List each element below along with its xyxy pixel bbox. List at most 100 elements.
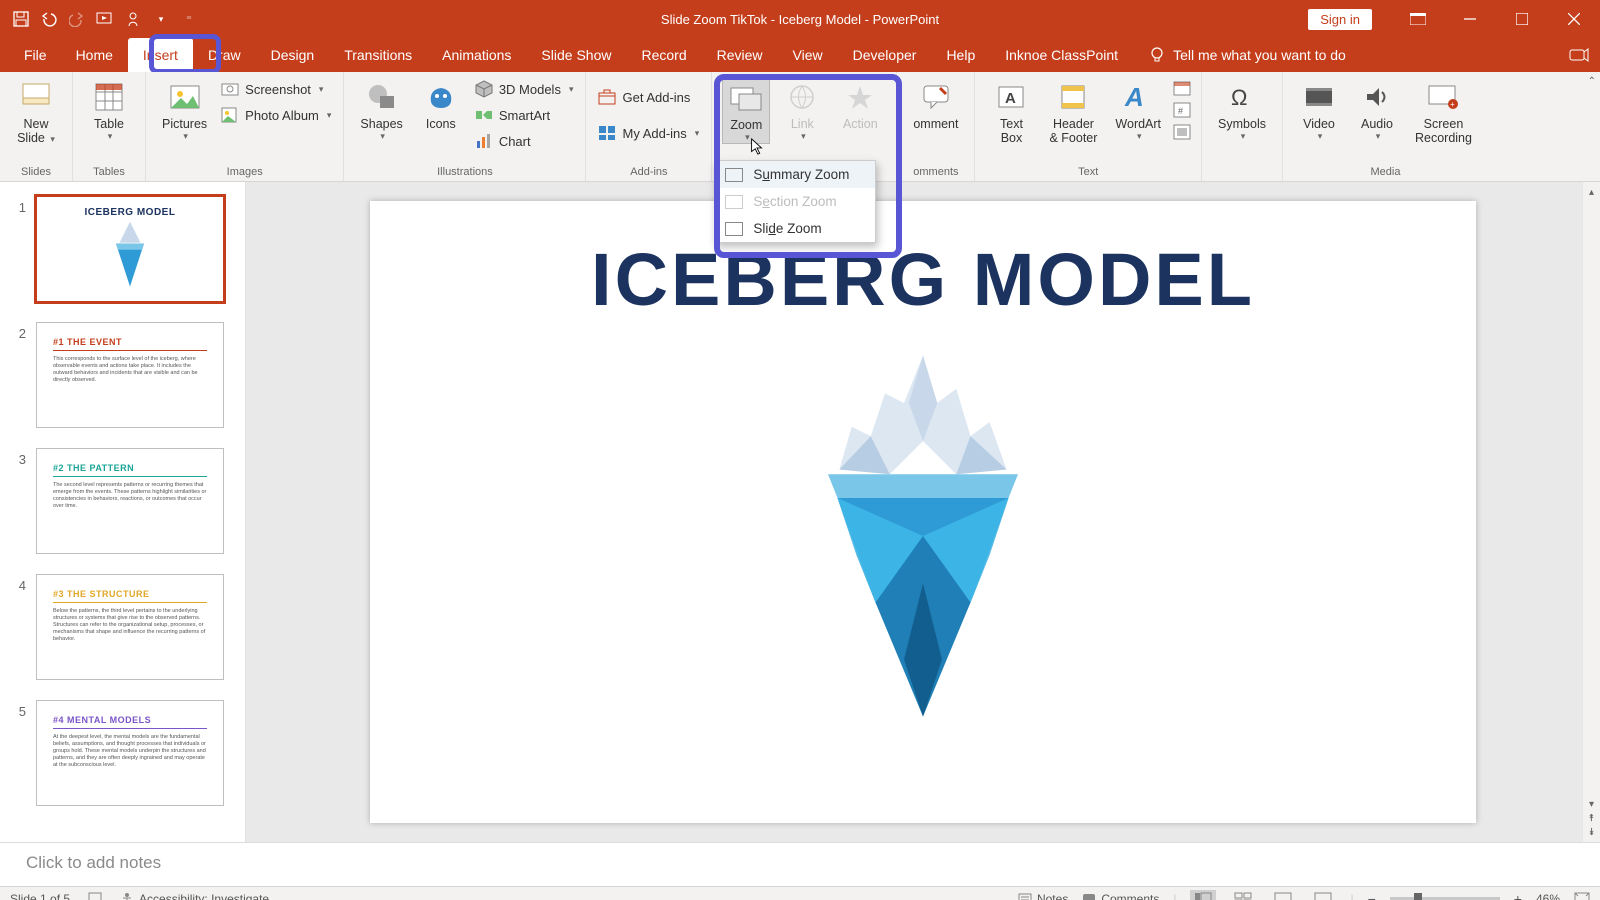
notes-pane[interactable]: Click to add notes — [0, 842, 1600, 886]
slide-zoom-icon — [725, 222, 743, 236]
qat-dropdown-icon[interactable]: ▾ — [152, 10, 170, 28]
save-icon[interactable] — [12, 10, 30, 28]
zoom-percent[interactable]: 46% — [1536, 892, 1560, 900]
tab-developer[interactable]: Developer — [838, 38, 932, 72]
header-footer-button[interactable]: Header& Footer — [1043, 76, 1103, 146]
link-icon — [785, 80, 819, 114]
tab-review[interactable]: Review — [702, 38, 778, 72]
status-comments-button[interactable]: Comments — [1082, 892, 1159, 900]
tab-insert[interactable]: Insert — [128, 38, 193, 72]
reading-view-button[interactable] — [1270, 890, 1296, 900]
tab-view[interactable]: View — [778, 38, 838, 72]
zoom-in-button[interactable]: + — [1514, 891, 1522, 900]
new-slide-button[interactable]: New Slide ▾ — [10, 76, 62, 146]
thumbnail-slide[interactable]: #1 THE EVENTThis corresponds to the surf… — [36, 322, 224, 428]
status-notes-button[interactable]: Notes — [1018, 892, 1068, 900]
next-slide-icon[interactable]: ⯯ — [1585, 825, 1599, 839]
audio-button[interactable]: Audio▾ — [1351, 76, 1403, 142]
slide-zoom-item[interactable]: Slide Zoom — [715, 215, 875, 242]
thumbnail-row: 4#3 THE STRUCTUREBelow the patterns, the… — [0, 574, 245, 700]
zoom-out-button[interactable]: − — [1368, 891, 1376, 900]
video-button[interactable]: Video▾ — [1293, 76, 1345, 142]
table-icon — [92, 80, 126, 114]
slide-canvas[interactable]: ICEBERG MODEL — [370, 201, 1476, 823]
my-addins-button[interactable]: My Add-ins▾ — [596, 122, 701, 144]
action-button[interactable]: Action — [834, 76, 886, 131]
tab-file[interactable]: File — [10, 38, 61, 72]
comment-icon — [919, 80, 953, 114]
thumbnail-slide[interactable]: #3 THE STRUCTUREBelow the patterns, the … — [36, 574, 224, 680]
link-button[interactable]: Link▾ — [776, 76, 828, 142]
summary-zoom-item[interactable]: Summary Zoom — [715, 161, 875, 188]
scroll-up-icon[interactable]: ▴ — [1585, 185, 1599, 199]
3d-models-button[interactable]: 3D Models▾ — [473, 78, 576, 100]
share-icon[interactable] — [1558, 38, 1600, 72]
slide-sorter-view-button[interactable] — [1230, 890, 1256, 900]
status-accessibility[interactable]: Accessibility: Investigate — [120, 892, 269, 900]
group-links: Zoom▾ Link▾ Action Links Summary Zoom Se… — [712, 72, 897, 181]
thumbnail-slide[interactable]: #4 MENTAL MODELSAt the deepest level, th… — [36, 700, 224, 806]
screenshot-button[interactable]: Screenshot▾ — [219, 78, 333, 100]
thumbnail-number: 2 — [14, 322, 26, 341]
get-addins-button[interactable]: Get Add-ins — [596, 86, 701, 108]
group-images: Pictures▾ Screenshot▾ Photo Album▾ Image… — [146, 72, 344, 181]
zoom-button[interactable]: Zoom▾ — [722, 76, 770, 144]
maximize-icon[interactable] — [1496, 0, 1548, 38]
section-zoom-item[interactable]: Section Zoom — [715, 188, 875, 215]
object-icon[interactable] — [1173, 124, 1191, 140]
normal-view-button[interactable] — [1190, 890, 1216, 900]
screenshot-icon — [221, 80, 239, 98]
tell-me-search[interactable]: Tell me what you want to do — [1149, 38, 1346, 72]
group-slides: New Slide ▾ Slides — [0, 72, 73, 181]
group-label-addins: Add-ins — [596, 166, 701, 181]
tab-design[interactable]: Design — [256, 38, 330, 72]
symbols-button[interactable]: Ω Symbols▾ — [1212, 76, 1272, 142]
thumbnail-slide[interactable]: #2 THE PATTERNThe second level represent… — [36, 448, 224, 554]
ribbon-display-options-icon[interactable] — [1392, 0, 1444, 38]
tab-home[interactable]: Home — [61, 38, 128, 72]
tab-transitions[interactable]: Transitions — [329, 38, 427, 72]
symbols-icon: Ω — [1225, 80, 1259, 114]
comment-button[interactable]: omment — [907, 76, 964, 131]
smartart-button[interactable]: SmartArt — [473, 104, 576, 126]
table-button[interactable]: Table▾ — [83, 76, 135, 142]
touch-mode-icon[interactable] — [124, 10, 142, 28]
tab-help[interactable]: Help — [931, 38, 990, 72]
sign-in-button[interactable]: Sign in — [1308, 9, 1372, 30]
tab-slideshow[interactable]: Slide Show — [526, 38, 626, 72]
screen-recording-icon: + — [1426, 80, 1460, 114]
fit-to-window-button[interactable] — [1574, 892, 1590, 900]
qat-customize-icon[interactable]: ⁼ — [180, 10, 198, 28]
scroll-down-icon[interactable]: ▾ — [1585, 797, 1599, 811]
redo-icon[interactable] — [68, 10, 86, 28]
minimize-icon[interactable] — [1444, 0, 1496, 38]
thumbnail-pane[interactable]: 1ICEBERG MODEL2 #1 THE EVENTThis correspo… — [0, 182, 246, 842]
undo-icon[interactable] — [40, 10, 58, 28]
tab-classpoint[interactable]: Inknoe ClassPoint — [990, 38, 1133, 72]
slide-number-icon[interactable]: # — [1173, 102, 1191, 118]
icons-button[interactable]: Icons — [415, 76, 467, 131]
screen-recording-button[interactable]: + ScreenRecording — [1409, 76, 1478, 146]
slideshow-view-button[interactable] — [1310, 890, 1336, 900]
pictures-button[interactable]: Pictures▾ — [156, 76, 213, 142]
start-from-beginning-icon[interactable] — [96, 10, 114, 28]
zoom-slider-thumb[interactable] — [1414, 893, 1422, 900]
icons-icon — [424, 80, 458, 114]
collapse-ribbon-icon[interactable]: ⌃ — [1588, 76, 1596, 87]
prev-slide-icon[interactable]: ⯭ — [1585, 811, 1599, 825]
close-icon[interactable] — [1548, 0, 1600, 38]
tab-animations[interactable]: Animations — [427, 38, 526, 72]
thumbnail-row: 1ICEBERG MODEL — [0, 196, 245, 322]
vertical-scrollbar[interactable]: ▴ ▾ ⯭ ⯯ — [1582, 182, 1600, 842]
shapes-button[interactable]: Shapes▾ — [354, 76, 408, 142]
date-time-icon[interactable] — [1173, 80, 1191, 96]
chart-button[interactable]: Chart — [473, 130, 576, 152]
wordart-button[interactable]: A WordArt▾ — [1109, 76, 1167, 142]
status-language-icon[interactable] — [88, 892, 102, 900]
thumbnail-slide[interactable]: ICEBERG MODEL — [36, 196, 224, 302]
tab-draw[interactable]: Draw — [193, 38, 256, 72]
tab-record[interactable]: Record — [626, 38, 701, 72]
photo-album-button[interactable]: Photo Album▾ — [219, 104, 333, 126]
text-box-button[interactable]: A TextBox — [985, 76, 1037, 146]
accessibility-icon — [120, 892, 134, 900]
